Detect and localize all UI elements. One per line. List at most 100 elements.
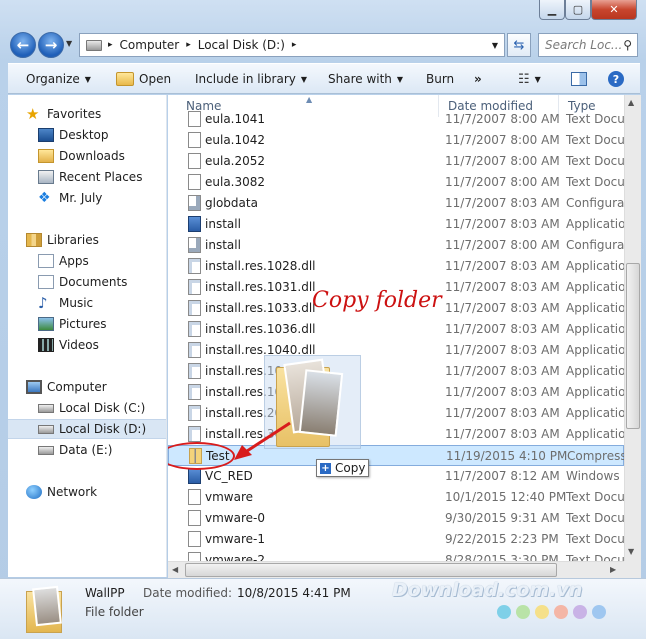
file-row[interactable]: eula.3082 11/7/2007 8:00 AM Text Docum [168,172,624,193]
file-row[interactable]: install.res.1036.dll 11/7/2007 8:03 AM App… [168,319,624,340]
chevron-down-icon: ▼ [84,74,91,84]
nav-libraries[interactable]: Libraries [26,230,184,250]
search-box[interactable]: Search Loc... ⚲ [538,33,638,57]
file-row[interactable]: eula.1041 11/7/2007 8:00 AM Text Docum [168,109,624,130]
watermark-dot [516,605,530,619]
file-list: ▲ Name Date modified Type eula.1041 11/7/… [168,95,624,561]
file-type: Application [566,406,624,420]
file-name: vmware-2 [205,553,265,561]
config-file-icon [188,195,201,211]
open-button[interactable]: Open [116,64,171,94]
scroll-up-icon[interactable]: ▲ [628,98,634,107]
preview-pane-button[interactable] [571,64,587,94]
file-name: vmware-0 [205,511,265,525]
back-arrow-icon: ← [16,36,30,54]
nav-label: Desktop [59,128,109,142]
file-type: Text Docum [566,511,624,525]
include-in-library-label: Include in library [195,72,296,86]
scroll-corner [624,561,641,578]
star-icon: ★ [26,105,40,123]
text-file-icon [188,552,201,561]
navigation-pane: ★ Favorites Desktop Downloads Recent Plac… [8,95,167,577]
file-type: Text Docum [566,112,624,126]
recent-pages-dropdown[interactable]: ▼ [66,39,72,48]
burn-button[interactable]: Burn [426,64,454,94]
computer-icon [26,380,42,394]
file-type: Text Docum [566,133,624,147]
annotation-arrow [234,421,291,460]
nav-label: Videos [59,338,99,352]
organize-button[interactable]: Organize ▼ [26,64,91,94]
text-file-icon [188,531,201,547]
file-name: vmware [205,490,254,504]
scroll-thumb[interactable] [185,563,557,577]
text-file-icon [188,510,201,526]
file-row[interactable]: install 11/7/2007 8:00 AM Configurati [168,235,624,256]
nav-label: Local Disk (C:) [59,401,146,415]
annotation-text: Copy folder [312,288,442,313]
recent-places-icon [38,170,54,184]
scroll-thumb[interactable] [626,263,640,429]
file-type: Application [566,217,624,231]
open-label: Open [139,72,172,86]
file-row[interactable]: eula.1042 11/7/2007 8:00 AM Text Docum [168,130,624,151]
watermark-dot [497,605,511,619]
chevron-down-icon: ▼ [300,74,308,84]
file-type: Application [566,322,624,336]
nav-network[interactable]: Network [26,482,184,502]
organize-label: Organize [26,72,80,86]
horizontal-scrollbar[interactable]: ◀ ▶ [168,561,624,578]
breadcrumb-local-disk-d[interactable]: Local Disk (D:) [198,38,285,52]
watermark-dots [497,605,606,621]
scroll-left-icon[interactable]: ◀ [172,565,178,574]
close-button[interactable]: ✕ [591,0,637,20]
breadcrumb-separator[interactable]: ▸ [108,40,113,50]
back-button[interactable]: ← [10,32,36,58]
file-row[interactable]: globdata 11/7/2007 8:03 AM Configurati [168,193,624,214]
search-input[interactable]: Search Loc... [545,38,622,52]
file-type: Text Docum [566,553,624,561]
breadcrumb-computer[interactable]: Computer [120,38,180,52]
chevron-down-icon: ▼ [534,74,541,84]
scroll-down-icon[interactable]: ▼ [628,547,634,556]
nav-favorites[interactable]: ★ Favorites [26,104,184,124]
file-date: 11/7/2007 8:03 AM [445,280,560,294]
dll-file-icon [188,279,201,295]
nav-label: Pictures [59,317,107,331]
drag-copy-tooltip: + Copy [316,459,369,477]
more-commands-button[interactable]: » [474,64,482,94]
file-date: 9/30/2015 9:31 AM [445,511,560,525]
forward-button[interactable]: → [38,32,64,58]
file-row[interactable]: eula.2052 11/7/2007 8:00 AM Text Docum [168,151,624,172]
text-file-icon [188,132,201,148]
chevron-down-icon[interactable]: ▼ [492,41,498,50]
file-row[interactable]: vmware 10/1/2015 12:40 PMText Docum [168,487,624,508]
vertical-scrollbar[interactable]: ▲ ▼ [624,95,641,561]
help-button[interactable]: ? [608,64,624,94]
nav-local-disk-d[interactable]: Local Disk (D:) [8,419,166,439]
file-row[interactable]: install 11/7/2007 8:03 AM Application [168,214,624,235]
refresh-button[interactable]: ⇆ [507,33,531,57]
file-row[interactable]: install.res.1042.dll 11/7/2007 8:03 AM App… [168,382,624,403]
file-name: install.res.1028.dll [205,259,316,273]
share-with-button[interactable]: Share with ▼ [328,64,403,94]
file-row[interactable]: vmware-1 9/22/2015 2:23 PM Text Docum [168,529,624,550]
breadcrumb-separator[interactable]: ▸ [292,40,297,50]
file-row[interactable]: install.res.1040.dll 11/7/2007 8:03 AM App… [168,340,624,361]
file-row[interactable]: install.res.1028.dll 11/7/2007 8:03 AM App… [168,256,624,277]
scroll-right-icon[interactable]: ▶ [610,565,616,574]
file-row[interactable]: vmware-2 8/28/2015 3:30 PM Text Docum [168,550,624,561]
nav-computer[interactable]: Computer [26,377,184,397]
include-in-library-button[interactable]: Include in library ▼ [195,64,307,94]
minimize-button[interactable]: ▁ [539,0,565,20]
breadcrumb-separator[interactable]: ▸ [186,40,191,50]
more-label: » [474,72,482,86]
maximize-button[interactable]: ▢ [565,0,591,20]
drive-icon [38,403,54,413]
address-bar[interactable]: ▸ Computer ▸ Local Disk (D:) ▸ ▼ [79,33,505,57]
music-note-icon: ♪ [38,294,48,312]
file-row[interactable]: VC_RED 11/7/2007 8:12 AM Windows In [168,466,624,487]
file-row[interactable]: install.res.1041.dll 11/7/2007 8:03 AM App… [168,361,624,382]
file-row[interactable]: vmware-0 9/30/2015 9:31 AM Text Docum [168,508,624,529]
view-options-button[interactable]: ☷ ▼ [518,64,541,94]
